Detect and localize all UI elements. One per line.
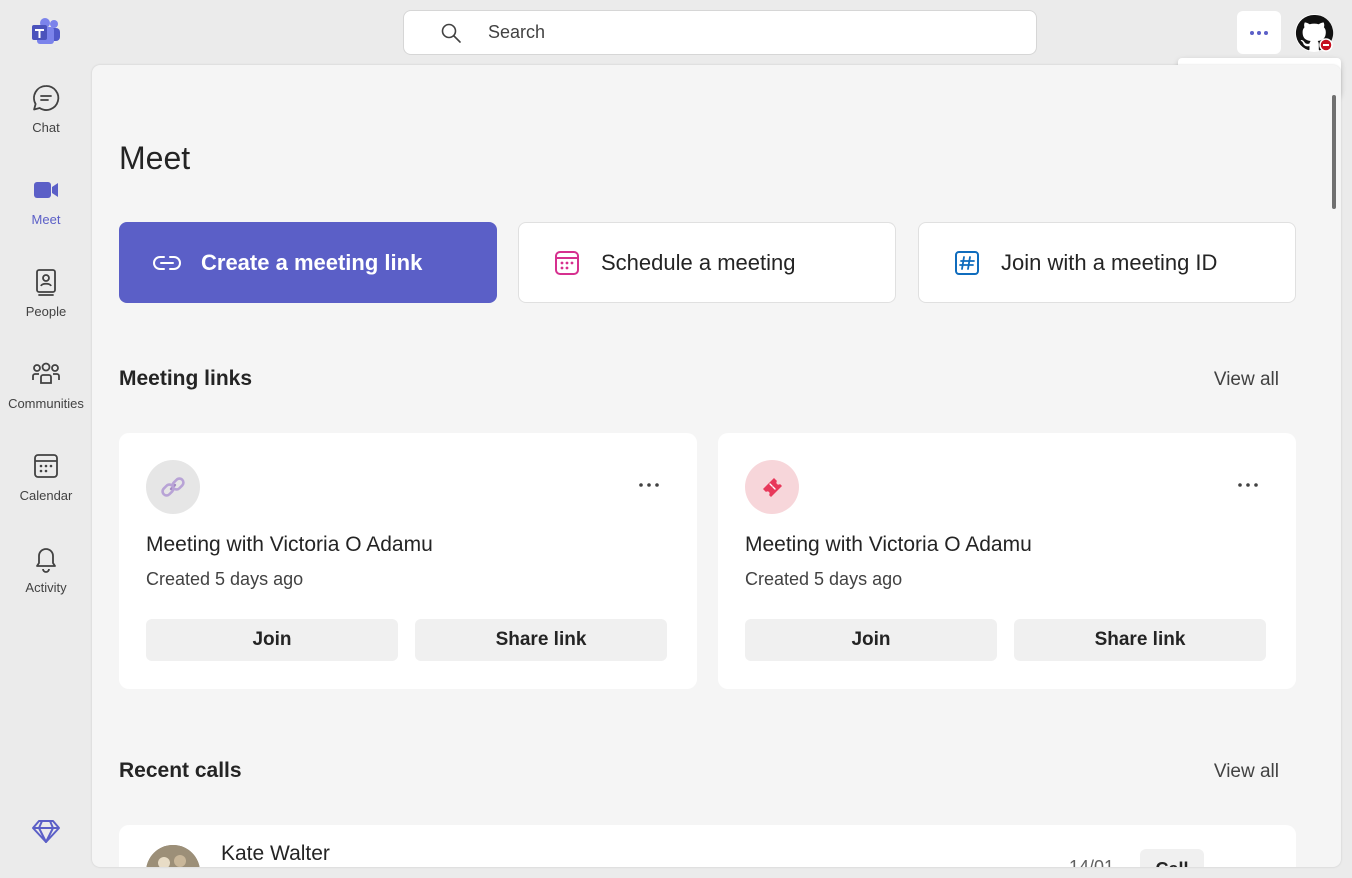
rail-item-people[interactable]: People: [0, 266, 92, 346]
meeting-title: Meeting with Victoria O Adamu: [745, 533, 1032, 556]
bell-icon: [30, 542, 62, 574]
link-icon: [151, 247, 183, 279]
teams-logo-icon[interactable]: [30, 18, 62, 46]
meet-panel: Meet Create a meeting link Schedule a me…: [92, 65, 1341, 867]
meeting-links-view-all-link[interactable]: View all: [1214, 369, 1279, 391]
meeting-title: Meeting with Victoria O Adamu: [146, 533, 433, 556]
meeting-links-title: Meeting links: [119, 367, 253, 390]
rail-item-label: Communities: [8, 396, 84, 411]
join-button[interactable]: Join: [745, 619, 997, 661]
join-with-meeting-id-button[interactable]: Join with a meeting ID: [918, 222, 1296, 303]
chat-icon: [30, 82, 62, 114]
share-link-button[interactable]: Share link: [1014, 619, 1266, 661]
rail-item-calendar[interactable]: Calendar: [0, 450, 92, 530]
people-group-icon: [30, 358, 62, 390]
rail-item-communities[interactable]: Communities: [0, 358, 92, 438]
avatar[interactable]: [1294, 13, 1334, 53]
recent-calls-view-all-link[interactable]: View all: [1214, 761, 1279, 783]
avatar: [146, 845, 200, 867]
share-link-button[interactable]: Share link: [415, 619, 667, 661]
hash-icon: [951, 247, 983, 279]
meeting-link-card: Meeting with Victoria O Adamu Created 5 …: [119, 433, 697, 689]
video-camera-icon: [30, 174, 62, 206]
recent-calls-title: Recent calls: [119, 759, 242, 782]
ticket-icon: [745, 460, 799, 514]
create-meeting-link-button[interactable]: Create a meeting link: [119, 222, 497, 303]
schedule-meeting-label: Schedule a meeting: [601, 249, 796, 275]
app-rail: Chat Meet People Communities Calendar Ac…: [0, 0, 92, 878]
search-input[interactable]: Search: [488, 22, 545, 43]
more-horizontal-icon: [1250, 30, 1268, 35]
settings-and-more-button[interactable]: [1237, 11, 1281, 54]
contact-book-icon: [30, 266, 62, 298]
rail-item-chat[interactable]: Chat: [0, 82, 92, 162]
more-options-icon[interactable]: [1236, 475, 1260, 495]
rail-item-meet[interactable]: Meet: [0, 174, 92, 254]
calendar-icon: [551, 247, 583, 279]
meeting-created: Created 5 days ago: [745, 569, 903, 589]
rail-item-label: Chat: [32, 120, 60, 135]
more-options-icon[interactable]: [637, 475, 661, 495]
link-icon: [146, 460, 200, 514]
caller-name: Kate Walter: [221, 842, 330, 865]
page-title: Meet: [119, 140, 191, 176]
search-icon: [441, 23, 461, 43]
recent-call-row[interactable]: Kate Walter 14/01 Call: [119, 825, 1296, 867]
meeting-created: Created 5 days ago: [146, 569, 304, 589]
call-button[interactable]: Call: [1140, 849, 1204, 867]
premium-diamond-icon[interactable]: [30, 816, 62, 846]
search-bar[interactable]: Search: [403, 10, 1037, 55]
rail-item-label: People: [25, 304, 67, 319]
rail-item-label: Activity: [25, 580, 67, 595]
calendar-icon: [30, 450, 62, 482]
meeting-link-card: Meeting with Victoria O Adamu Created 5 …: [718, 433, 1296, 689]
create-meeting-link-label: Create a meeting link: [201, 249, 423, 275]
scrollbar[interactable]: [1332, 95, 1336, 209]
join-with-meeting-id-label: Join with a meeting ID: [1001, 249, 1218, 275]
schedule-meeting-button[interactable]: Schedule a meeting: [518, 222, 896, 303]
join-button[interactable]: Join: [146, 619, 398, 661]
rail-item-label: Calendar: [19, 488, 73, 503]
rail-item-label: Meet: [31, 212, 61, 227]
call-date: 14/01: [1069, 857, 1115, 867]
rail-item-activity[interactable]: Activity: [0, 542, 92, 622]
